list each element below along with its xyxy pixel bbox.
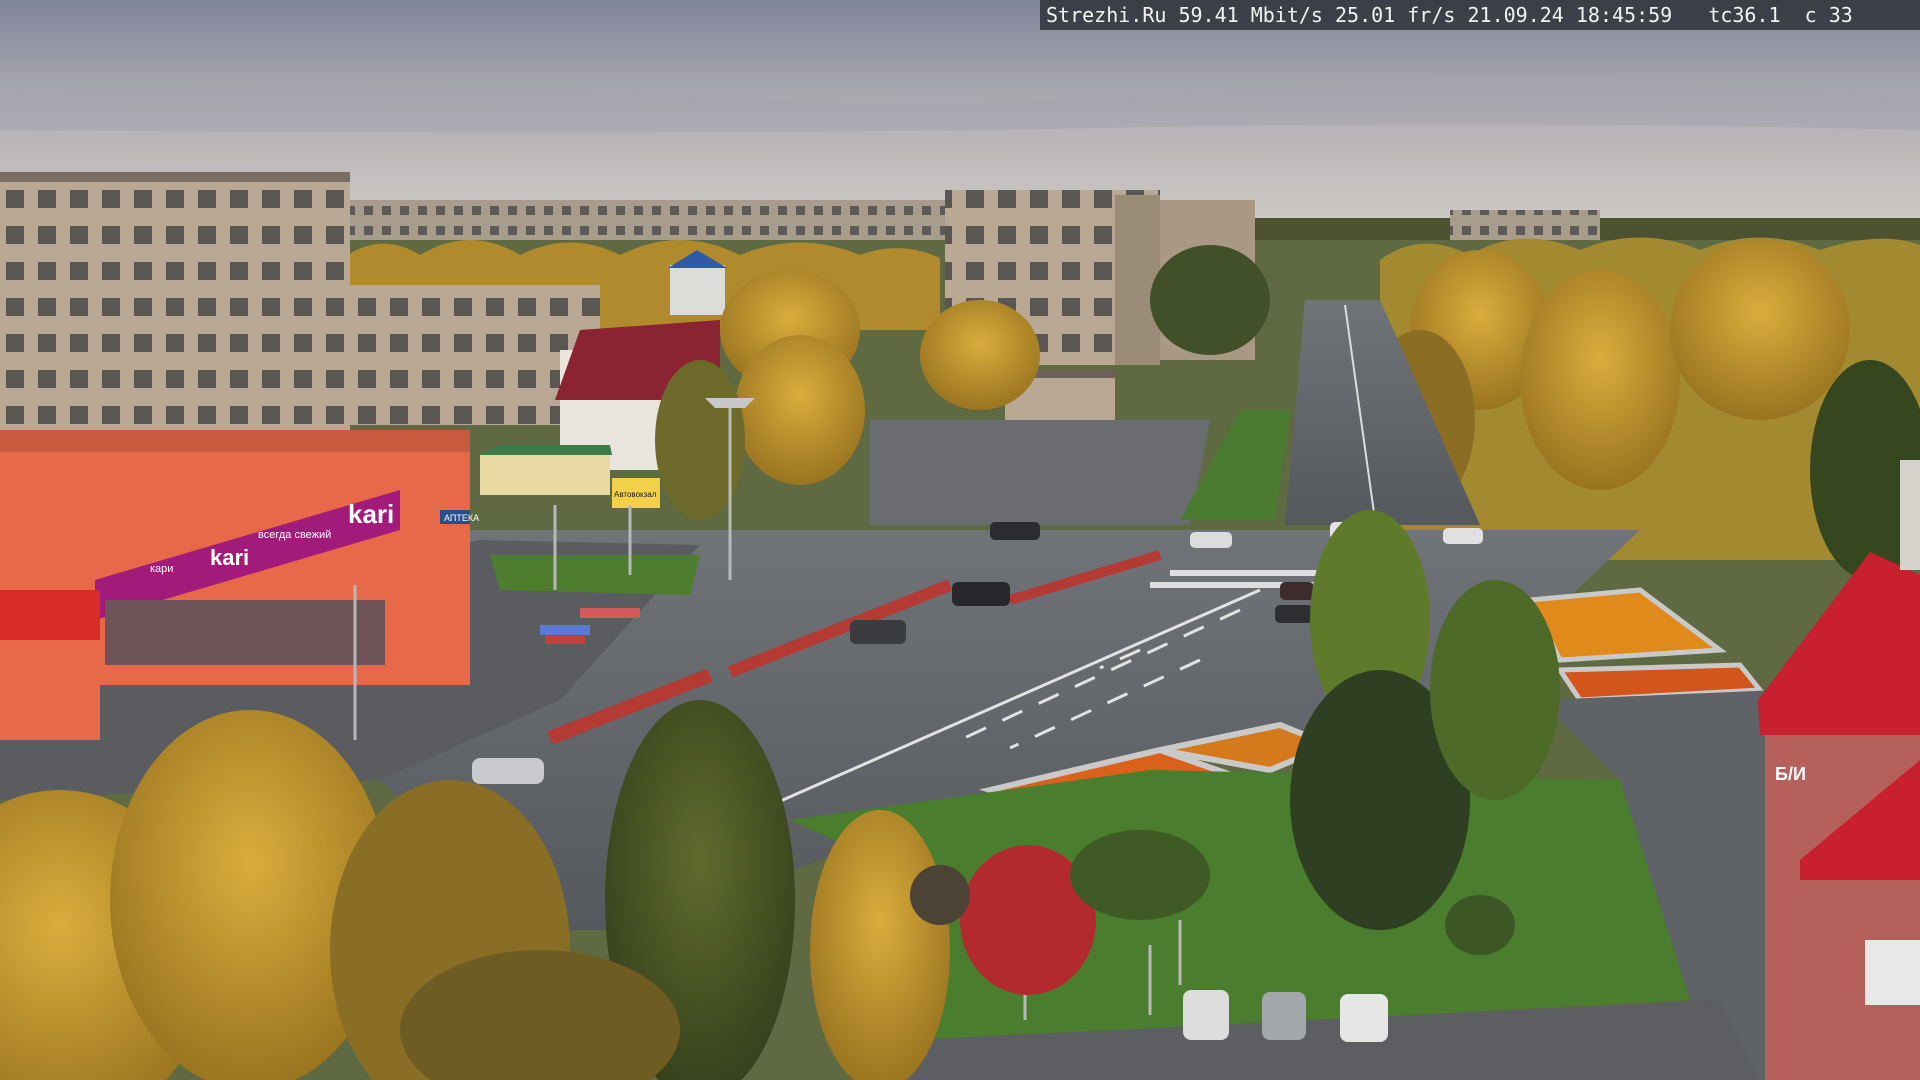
plaza-planter-2 xyxy=(580,608,640,618)
car-dark-2 xyxy=(850,620,906,644)
store-slogan-text: kari xyxy=(210,545,249,570)
car-dark-7 xyxy=(1280,582,1314,600)
osd-time: 18:45:59 xyxy=(1575,3,1673,27)
car-dark-4 xyxy=(990,522,1040,540)
car-white-6 xyxy=(1190,532,1232,548)
osd-framerate: 25.01 fr/s xyxy=(1335,3,1456,27)
parked-car-2 xyxy=(1262,992,1306,1040)
shrub-3 xyxy=(910,865,970,925)
tree-center-3 xyxy=(735,335,865,485)
right-tree-3 xyxy=(1670,240,1850,420)
parked-car-3 xyxy=(1340,994,1388,1042)
green-kiosk xyxy=(480,455,610,495)
store-entrance-lower xyxy=(0,640,100,740)
parked-car-1 xyxy=(1183,990,1229,1040)
osd-bitrate: 59.41 Mbit/s xyxy=(1178,3,1323,27)
osd-site: Strezhi.Ru xyxy=(1046,3,1167,27)
store-slogan-small-1: всегда свежий xyxy=(258,529,331,541)
right-building-window xyxy=(1865,940,1920,1005)
left-green-patch xyxy=(490,555,700,595)
car-silver-3 xyxy=(472,758,544,784)
right-tree-2 xyxy=(1520,270,1680,490)
store-windows xyxy=(105,600,385,665)
right-building-sign: Б/И xyxy=(1775,764,1806,784)
car-black-1 xyxy=(952,582,1010,606)
car-white-9 xyxy=(1443,528,1483,544)
lawn-tree-right xyxy=(1430,580,1560,800)
osd-date: 21.09.24 xyxy=(1467,3,1564,27)
right-building-tall-wall xyxy=(1900,460,1920,570)
far-apartment-right xyxy=(1450,210,1600,240)
store-brand-text: kari xyxy=(348,499,394,529)
webcam-scene: kari kari всегда свежий кари АПТЕКА Авто… xyxy=(0,0,1920,1080)
store-slogan-small-2: кари xyxy=(150,563,173,575)
shrub-2 xyxy=(1445,895,1515,955)
tree-center-1 xyxy=(920,300,1040,410)
plaza-planter-3 xyxy=(545,636,585,644)
osd-counter: c 33 xyxy=(1804,3,1853,27)
shrub-1 xyxy=(1070,830,1210,920)
central-tower-annex xyxy=(1115,195,1160,365)
fg-tree-5 xyxy=(810,810,950,1080)
bus-shelter-label: Автовокзал xyxy=(614,490,657,499)
green-kiosk-roof xyxy=(478,445,612,455)
webcam-osd-bar: Strezhi.Ru 59.41 Mbit/s 25.01 fr/s 21.09… xyxy=(1040,0,1920,30)
plaza-planter-1 xyxy=(540,625,590,635)
store-entrance-label: АПТЕКА xyxy=(444,513,479,523)
blue-roof-tower xyxy=(670,265,725,315)
tree-center-5 xyxy=(1150,245,1270,355)
car-dark-8 xyxy=(1275,605,1313,623)
osd-camera: tc36.1 xyxy=(1708,3,1781,27)
store-upper-band xyxy=(0,430,470,452)
left-apartment-roof xyxy=(0,172,350,182)
central-plaza xyxy=(870,420,1210,525)
